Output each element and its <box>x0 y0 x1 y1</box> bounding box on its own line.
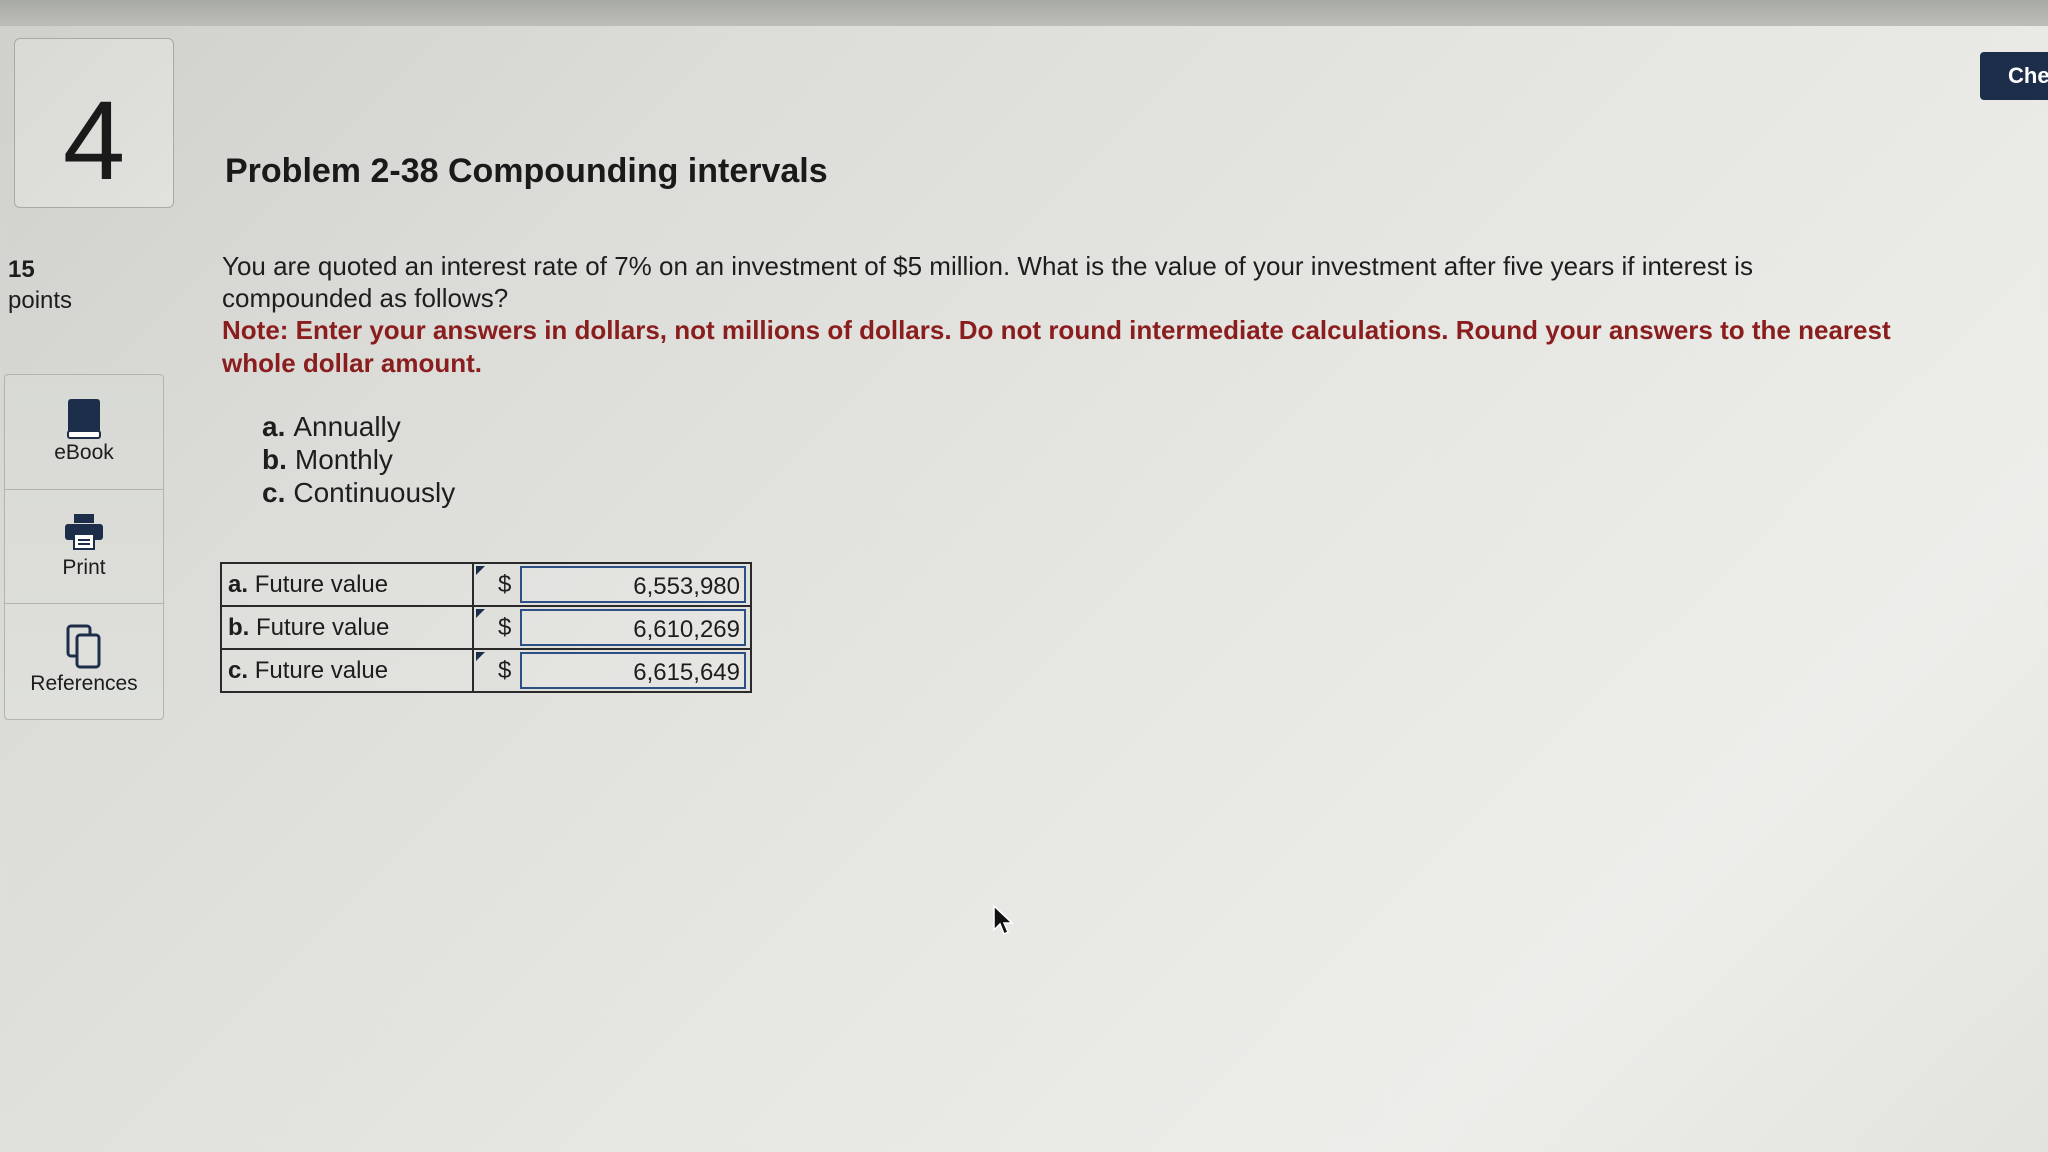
references-label: References <box>30 672 138 695</box>
table-row: c. Future value $ 6,615,649 <box>220 648 752 693</box>
row-label-text: Future value <box>254 656 389 684</box>
references-button[interactable]: References <box>5 603 163 717</box>
table-row: a. Future value $ 6,553,980 <box>220 562 752 607</box>
row-letter: b. <box>228 613 250 641</box>
points-label: points <box>8 287 73 314</box>
points-value: 15 <box>8 256 35 283</box>
row-label-text: Future value <box>254 570 389 598</box>
printer-icon <box>65 514 103 550</box>
print-label: Print <box>62 556 106 579</box>
answer-cell: 6,610,269 <box>520 605 752 650</box>
currency-symbol: $ <box>472 562 520 607</box>
future-value-input-b[interactable]: 6,610,269 <box>520 609 746 646</box>
row-label-text: Future value <box>256 613 390 641</box>
question-number-box: 4 <box>14 38 174 208</box>
row-letter: a. <box>228 570 249 598</box>
question-options: a. Annually b. Monthly c. Continuously <box>262 410 455 509</box>
option-c: c. Continuously <box>262 476 455 509</box>
points-indicator: 15 points <box>8 254 72 316</box>
browser-top-strip <box>0 0 2048 26</box>
answer-cell: 6,615,649 <box>520 648 752 693</box>
ebook-label: eBook <box>54 441 114 464</box>
option-letter: a. <box>262 411 286 442</box>
option-letter: c. <box>262 477 286 508</box>
option-letter: b. <box>262 444 287 475</box>
problem-title: Problem 2-38 Compounding intervals <box>225 152 828 190</box>
future-value-input-c[interactable]: 6,615,649 <box>520 652 746 689</box>
option-b: b. Monthly <box>262 443 455 476</box>
future-value-input-a[interactable]: 6,553,980 <box>520 566 746 603</box>
currency-symbol: $ <box>472 605 520 650</box>
ebook-button[interactable]: eBook <box>5 375 163 489</box>
copy-pages-icon <box>66 624 101 669</box>
option-text: Continuously <box>293 477 456 508</box>
row-letter: c. <box>228 656 249 684</box>
option-a: a. Annually <box>262 410 455 443</box>
check-my-work-button[interactable]: Che <box>1980 52 2048 100</box>
option-text: Monthly <box>294 444 393 475</box>
answer-table: a. Future value $ 6,553,980 b. Future va… <box>220 562 752 693</box>
answer-cell: 6,553,980 <box>520 562 752 607</box>
row-label: a. Future value <box>220 562 474 607</box>
option-text: Annually <box>293 411 401 442</box>
print-button[interactable]: Print <box>5 489 163 603</box>
currency-symbol: $ <box>472 648 520 693</box>
question-note: Note: Enter your answers in dollars, not… <box>222 315 1891 378</box>
table-row: b. Future value $ 6,610,269 <box>220 605 752 650</box>
row-label: b. Future value <box>220 605 474 650</box>
row-label: c. Future value <box>220 648 474 693</box>
mouse-cursor-icon <box>993 904 1014 936</box>
book-icon <box>67 399 101 439</box>
check-button-label: Che <box>2008 63 2048 88</box>
tools-panel: eBook Print References <box>4 374 164 720</box>
question-text: You are quoted an interest rate of 7% on… <box>222 251 1753 313</box>
question-number: 4 <box>62 78 126 203</box>
